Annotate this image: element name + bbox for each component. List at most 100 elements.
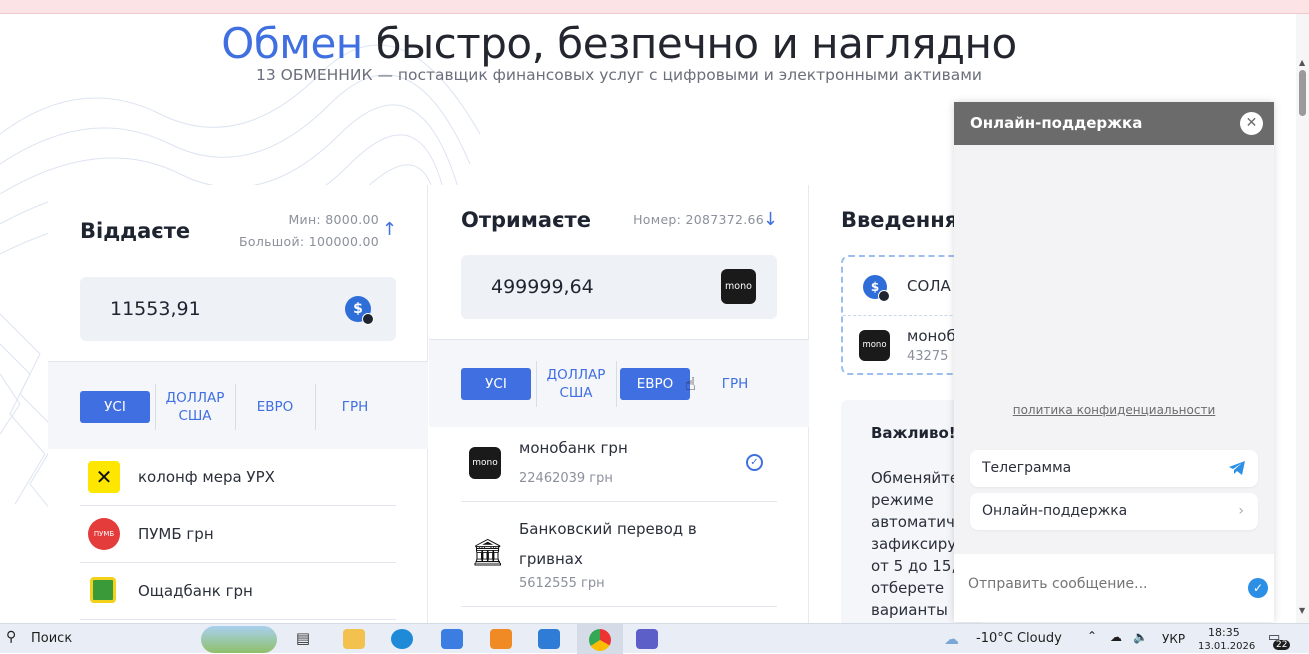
hero: Обмен быстро, безпечно и наглядно 13 ОБМ…: [0, 14, 1238, 84]
volume-icon[interactable]: 🔈: [1133, 630, 1148, 644]
divider: [315, 384, 316, 430]
usdc-coin-icon: $: [863, 275, 890, 302]
online-support-option[interactable]: Онлайн-поддержка ›: [970, 493, 1258, 530]
clock-time[interactable]: 18:35: [1208, 626, 1240, 639]
important-text: Обменяйте режиме автоматич зафиксиру от …: [871, 467, 959, 621]
important-line: зафиксиру: [871, 535, 957, 553]
file-explorer-icon[interactable]: [343, 629, 365, 649]
monobank-logo-icon: mono: [721, 269, 756, 304]
receive-tab-eur[interactable]: ЕВРО: [620, 368, 690, 400]
weather-text[interactable]: -10°C Cloudy: [976, 631, 1062, 646]
give-card: Віддаєте Мин: 8000.00 Большой: 100000.00…: [48, 185, 428, 625]
receive-tab-usd[interactable]: ДОЛЛАР США: [541, 367, 611, 401]
clock-date[interactable]: 13.01.2026: [1198, 641, 1255, 652]
edge-icon[interactable]: [391, 629, 413, 649]
chat-header: Онлайн-поддержка: [954, 102, 1274, 145]
receive-number: Номер: 2087372.66: [633, 212, 764, 227]
give-bank-row[interactable]: Ощадбанк грн: [80, 563, 396, 620]
top-banner: [0, 0, 1309, 14]
send-icon[interactable]: ✓: [1248, 578, 1268, 598]
bank-name: монобанк грн: [519, 439, 628, 457]
give-tab-eur[interactable]: ЕВРО: [240, 391, 310, 423]
privacy-policy-link[interactable]: политика конфиденциальности: [954, 403, 1274, 417]
bank-name: Ощадбанк грн: [138, 582, 253, 600]
tray-chevron-icon[interactable]: ⌃: [1087, 629, 1097, 643]
receive-bank-row[interactable]: 🏛 Банковский перевод в гривнах 5612555 г…: [461, 502, 777, 607]
give-tab-usd[interactable]: ДОЛЛАР США: [160, 390, 230, 424]
important-line: варианты: [871, 601, 948, 619]
give-bank-row[interactable]: ПУМБ ПУМБ грн: [80, 506, 396, 563]
chrome-taskbar-button[interactable]: [577, 624, 623, 654]
chat-title: Онлайн-поддержка: [970, 114, 1143, 132]
hero-title-accent: Обмен: [221, 19, 363, 68]
scroll-up-icon[interactable]: ▲: [1299, 58, 1305, 67]
hero-title-rest: быстро, безпечно и наглядно: [375, 19, 1018, 68]
give-max: Большой: 100000.00: [239, 234, 379, 249]
taskbar-search[interactable]: Поиск: [31, 631, 72, 646]
hand-cursor-icon: ☝: [685, 374, 696, 395]
give-currency-tabs: УСІ ДОЛЛАР США ЕВРО ГРН: [48, 361, 428, 449]
receive-bank-row[interactable]: mono монобанк грн 22462039 грн ✓: [461, 427, 777, 502]
oschadbank-logo-icon: [90, 577, 116, 603]
give-bank-row[interactable]: ✕ колонф мера УРХ: [80, 449, 396, 506]
bank-name: колонф мера УРХ: [138, 468, 275, 486]
chevron-right-icon: ›: [1238, 503, 1244, 519]
bank-building-icon: 🏛: [471, 538, 505, 568]
raiffeisen-logo-icon: ✕: [88, 461, 120, 493]
important-line: режиме: [871, 491, 934, 509]
receive-card: Отримаєте Номер: 2087372.66 ↓ 499999,64 …: [429, 185, 809, 625]
hero-title: Обмен быстро, безпечно и наглядно: [0, 14, 1238, 74]
give-tab-all[interactable]: УСІ: [80, 391, 150, 423]
chrome-icon: [589, 629, 611, 651]
give-title: Віддаєте: [80, 219, 191, 243]
give-min: Мин: 8000.00: [288, 212, 379, 227]
search-icon[interactable]: ⚲: [6, 629, 16, 645]
receive-tab-uah[interactable]: ГРН: [700, 368, 770, 400]
option-label: Онлайн-поддержка: [982, 503, 1128, 519]
give-tab-uah[interactable]: ГРН: [320, 391, 390, 423]
bank-reserve: 5612555 грн: [519, 576, 605, 591]
language-indicator[interactable]: УКР: [1162, 632, 1185, 646]
app-icon[interactable]: [490, 629, 512, 649]
teams-icon[interactable]: [636, 629, 658, 649]
network-icon[interactable]: ☁: [1110, 630, 1122, 644]
entry-title: Введення: [841, 208, 959, 232]
important-line: Обменяйте: [871, 469, 960, 487]
hero-subtitle: 13 ОБМЕННИК — поставщик финансовых услуг…: [255, 66, 983, 84]
windows-taskbar: ⚲ Поиск ▤ ☁ -10°C Cloudy ⌃ ☁ 🔈 УКР 18:35…: [0, 623, 1309, 654]
pumb-logo-icon: ПУМБ: [88, 518, 120, 550]
scroll-down-icon[interactable]: ▼: [1299, 606, 1305, 615]
task-view-icon[interactable]: ▤: [292, 629, 314, 649]
summary-receive-name: моноб: [907, 327, 956, 345]
option-label: Телеграмма: [982, 460, 1072, 476]
receive-title: Отримаєте: [461, 208, 591, 232]
telegram-icon: [1229, 461, 1245, 475]
message-input[interactable]: [968, 572, 1228, 596]
bank-reserve: 22462039 грн: [519, 471, 613, 486]
monobank-logo-icon: mono: [859, 330, 890, 361]
bank-name: Банковский перевод в гривнах: [519, 520, 697, 568]
arrow-down-icon[interactable]: ↓: [763, 209, 778, 230]
receive-currency-tabs: УСІ ДОЛЛАР США ЕВРО ГРН ☝: [429, 339, 809, 427]
arrow-up-icon[interactable]: ↑: [382, 219, 397, 240]
important-line: отберете: [871, 579, 945, 597]
weather-landscape-icon[interactable]: [201, 626, 277, 653]
divider: [235, 384, 236, 430]
check-circle-icon: ✓: [746, 454, 763, 471]
divider: [616, 361, 617, 407]
telegram-option[interactable]: Телеграмма: [970, 450, 1258, 487]
message-composer: ✓: [954, 554, 1274, 622]
summary-receive-sub: 43275: [907, 349, 949, 364]
receive-tab-all[interactable]: УСІ: [461, 368, 531, 400]
outlook-icon[interactable]: [538, 629, 560, 649]
divider: [155, 384, 156, 430]
summary-give-label: СОЛА: [907, 277, 951, 295]
notification-count: 22: [1273, 640, 1291, 650]
scrollbar-thumb[interactable]: [1299, 70, 1306, 116]
important-line: от 5 до 15,: [871, 557, 957, 575]
store-icon[interactable]: [441, 629, 463, 649]
close-icon[interactable]: ✕: [1240, 112, 1263, 135]
usdc-coin-icon: $: [345, 296, 374, 325]
important-line: автоматич: [871, 513, 955, 531]
page-scrollbar[interactable]: ▲ ▼: [1296, 14, 1309, 623]
